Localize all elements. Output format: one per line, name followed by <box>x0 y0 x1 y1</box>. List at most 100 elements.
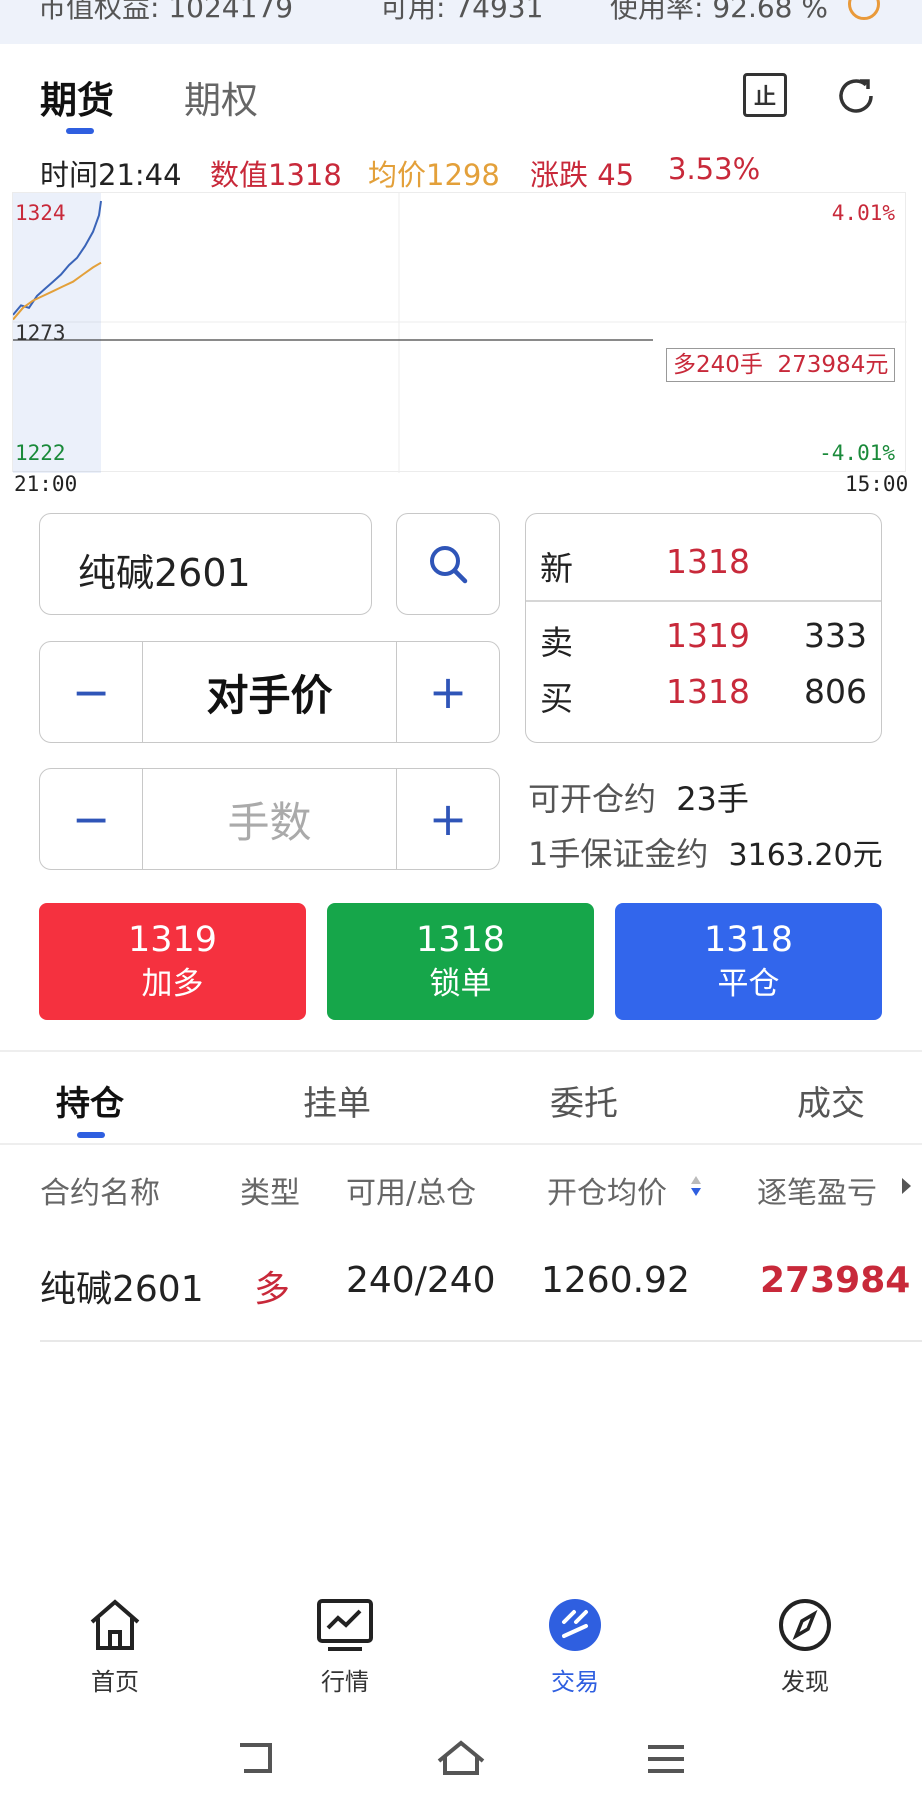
table-row[interactable]: 纯碱2601 多 240/240 1260.92 273984 <box>0 1230 922 1340</box>
refresh-icon[interactable] <box>833 73 879 123</box>
stop-icon[interactable]: 止 <box>743 73 787 117</box>
close-position-button[interactable]: 1318 平仓 <box>615 903 882 1020</box>
section-divider <box>0 1050 922 1052</box>
nav-discover-label: 发现 <box>781 1668 829 1696</box>
position-line-label: 多240手 273984元 <box>666 348 896 382</box>
back-icon[interactable] <box>226 1735 286 1783</box>
buy-price[interactable]: 1318 <box>666 672 750 711</box>
account-summary-bar: 市值权益: 1024179 可用: 74931 使用率: 92.68 % <box>0 0 922 44</box>
contract-name: 纯碱2601 <box>78 551 251 595</box>
price-minus-button[interactable]: − <box>40 642 142 742</box>
can-open-value: 23手 <box>676 780 749 818</box>
sell-volume: 333 <box>804 616 867 655</box>
tab-entrusted[interactable]: 委托 <box>550 1076 618 1125</box>
tab-active-indicator <box>66 128 94 134</box>
qty-plus-button[interactable]: + <box>397 769 499 869</box>
nav-home[interactable]: 首页 <box>45 1598 185 1697</box>
qty-minus-button[interactable]: − <box>40 769 142 869</box>
home-icon <box>90 1599 140 1650</box>
search-icon <box>430 546 468 584</box>
sell-price[interactable]: 1319 <box>666 616 750 655</box>
quote-info-line: 时间21:44 数值1318 均价1298 涨跌 45 3.53% <box>0 152 922 192</box>
margin-label: 1手保证金约 <box>528 835 709 873</box>
market-icon <box>317 1599 373 1651</box>
search-button[interactable] <box>396 513 500 615</box>
avg-text: 均价1298 <box>368 158 500 192</box>
positions-tab-indicator <box>77 1132 105 1138</box>
col-contract: 合约名称 <box>40 1176 160 1211</box>
col-qty: 可用/总仓 <box>346 1176 477 1211</box>
y-high-label: 1324 <box>15 201 66 225</box>
add-long-label: 加多 <box>141 965 204 1002</box>
col-pnl: 逐笔盈亏 <box>757 1176 877 1211</box>
close-position-label: 平仓 <box>717 965 780 1002</box>
price-mode-field[interactable]: 对手价 <box>142 642 397 742</box>
price-mode-text: 对手价 <box>206 670 333 720</box>
row-divider <box>40 1340 922 1342</box>
row-contract: 纯碱2601 <box>40 1269 204 1310</box>
nav-discover[interactable]: 发现 <box>735 1598 875 1697</box>
y-mid-label: 1273 <box>15 321 66 345</box>
pct-high-label: 4.01% <box>831 201 895 225</box>
col-avg-price[interactable]: 开仓均价 <box>547 1168 667 1212</box>
sort-icon[interactable] <box>690 1174 702 1202</box>
quote-panel: 新 1318 卖 1319 333 买 1318 806 <box>525 513 882 743</box>
row-pnl: 273984 <box>760 1260 911 1301</box>
nav-market-label: 行情 <box>321 1668 369 1696</box>
row-avg: 1260.92 <box>541 1260 690 1301</box>
usage-text: 使用率: 92.68 % <box>610 0 828 24</box>
buy-volume: 806 <box>804 672 867 711</box>
nav-home-label: 首页 <box>91 1668 139 1696</box>
tab-futures[interactable]: 期货 <box>40 70 114 124</box>
add-long-price: 1319 <box>127 919 218 960</box>
nav-trade[interactable]: 交易 <box>505 1598 645 1697</box>
tab-pending-orders[interactable]: 挂单 <box>303 1076 371 1125</box>
nav-market[interactable]: 行情 <box>275 1598 415 1697</box>
qty-field[interactable]: 手数 <box>142 769 397 869</box>
compass-icon <box>779 1599 831 1651</box>
change-text: 涨跌 45 <box>530 158 635 192</box>
usage-info-icon[interactable] <box>848 0 880 20</box>
row-type: 多 <box>254 1269 291 1310</box>
trade-icon <box>549 1599 601 1651</box>
quote-divider <box>526 600 881 602</box>
intraday-chart[interactable]: 1324 1273 1222 4.01% -4.01% 多240手 273984… <box>12 192 907 473</box>
quantity-stepper[interactable]: − 手数 + <box>39 768 500 870</box>
margin-value: 3163.20元 <box>728 838 883 873</box>
lock-order-price: 1318 <box>415 919 506 960</box>
available-text: 可用: 74931 <box>380 0 544 24</box>
lock-order-label: 锁单 <box>429 965 492 1002</box>
lock-order-button[interactable]: 1318 锁单 <box>327 903 594 1020</box>
qty-placeholder: 手数 <box>227 797 312 847</box>
scroll-right-icon[interactable] <box>900 1176 912 1200</box>
menu-icon[interactable] <box>636 1735 696 1783</box>
tab-options[interactable]: 期权 <box>184 70 258 124</box>
equity-text: 市值权益: 1024179 <box>38 0 294 24</box>
tab-divider <box>0 1143 922 1145</box>
margin-row: 1手保证金约 3163.20元 <box>528 829 883 875</box>
value-text: 数值1318 <box>210 158 342 192</box>
y-low-label: 1222 <box>15 441 66 465</box>
can-open-row: 可开仓约 23手 <box>528 774 749 820</box>
add-long-button[interactable]: 1319 加多 <box>39 903 306 1020</box>
nav-trade-label: 交易 <box>551 1668 599 1696</box>
buy-label: 买 <box>540 679 573 718</box>
close-position-price: 1318 <box>703 919 794 960</box>
pct-text: 3.53% <box>668 152 761 186</box>
col-type: 类型 <box>240 1176 300 1211</box>
tab-positions[interactable]: 持仓 <box>56 1076 124 1125</box>
pct-low-label: -4.01% <box>819 441 895 465</box>
row-qty: 240/240 <box>346 1260 496 1301</box>
chart-canvas <box>13 193 907 473</box>
sell-label: 卖 <box>540 623 573 662</box>
new-label: 新 <box>540 549 573 588</box>
x-end-label: 15:00 <box>845 472 909 496</box>
can-open-label: 可开仓约 <box>528 780 657 818</box>
price-plus-button[interactable]: + <box>397 642 499 742</box>
price-stepper[interactable]: − 对手价 + <box>39 641 500 743</box>
new-price: 1318 <box>666 542 750 581</box>
contract-input[interactable]: 纯碱2601 <box>39 513 372 615</box>
home-system-icon[interactable] <box>431 1735 491 1783</box>
tab-deals[interactable]: 成交 <box>797 1076 865 1125</box>
time-text: 时间21:44 <box>40 158 182 192</box>
